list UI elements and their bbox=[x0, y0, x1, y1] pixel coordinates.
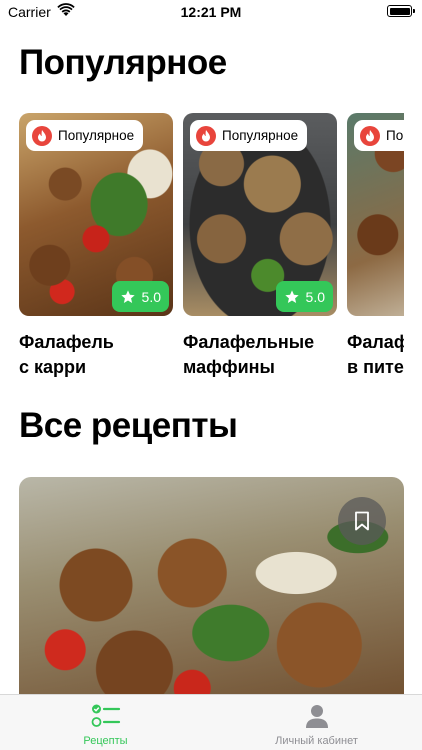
tab-bar: Рецепты Личный кабинет bbox=[0, 694, 422, 750]
flame-icon bbox=[360, 125, 380, 146]
rating-value: 5.0 bbox=[141, 288, 161, 305]
rating-badge: 5.0 bbox=[275, 281, 333, 312]
bookmark-button[interactable] bbox=[338, 497, 386, 545]
popular-badge: По bbox=[354, 120, 404, 151]
tab-recipes-label: Рецепты bbox=[83, 735, 128, 747]
person-icon bbox=[305, 705, 328, 728]
tab-profile-label: Личный кабинет bbox=[275, 735, 358, 747]
recipe-name-line: маффины bbox=[183, 357, 275, 377]
rating-badge: 5.0 bbox=[111, 281, 169, 312]
popular-badge-label: Популярное bbox=[222, 128, 299, 143]
clock: 12:21 PM bbox=[180, 4, 242, 20]
recipe-card[interactable]: Популярное 5.0 Фалафель с карри bbox=[19, 113, 173, 380]
popular-badge-label: По bbox=[386, 128, 404, 143]
recipe-name-line: в пите bbox=[347, 357, 404, 377]
popular-badge: Популярное bbox=[190, 120, 308, 151]
status-bar: Carrier 12:21 PM bbox=[0, 0, 422, 24]
popular-badge: Популярное bbox=[26, 120, 144, 151]
recipe-name: Фалафель с карри bbox=[19, 330, 173, 380]
recipe-name-line: Фалафе bbox=[347, 332, 404, 352]
recipe-card-large[interactable] bbox=[19, 477, 404, 717]
tab-profile[interactable]: Личный кабинет bbox=[211, 695, 422, 750]
rating-value: 5.0 bbox=[305, 288, 325, 305]
recipe-card[interactable]: Популярное 5.0 Фалафельные маффины bbox=[183, 113, 337, 380]
flame-icon bbox=[32, 125, 52, 146]
recipe-image: Популярное 5.0 bbox=[19, 113, 173, 316]
star-icon bbox=[284, 289, 299, 303]
flame-icon bbox=[196, 125, 216, 146]
recipe-image: Популярное 5.0 bbox=[183, 113, 337, 316]
recipe-image: По bbox=[347, 113, 404, 316]
recipe-name-line: Фалафельные bbox=[183, 332, 315, 352]
star-icon bbox=[120, 289, 135, 303]
recipe-name-line: Фалафель bbox=[19, 332, 114, 352]
recipe-card[interactable]: По Фалафе в пите bbox=[347, 113, 404, 380]
recipe-name-line: с карри bbox=[19, 357, 87, 377]
popular-badge-label: Популярное bbox=[58, 128, 135, 143]
checklist-icon bbox=[91, 704, 120, 727]
battery-icon bbox=[387, 5, 415, 17]
recipe-name: Фалафе в пите bbox=[347, 330, 404, 380]
all-recipes-section-title: Все рецепты bbox=[19, 406, 238, 445]
popular-section-title: Популярное bbox=[19, 43, 227, 82]
bookmark-icon bbox=[355, 511, 369, 531]
popular-carousel[interactable]: Популярное 5.0 Фалафель с карри Популярн… bbox=[19, 113, 404, 383]
tab-recipes[interactable]: Рецепты bbox=[0, 695, 211, 750]
recipe-name: Фалафельные маффины bbox=[183, 330, 337, 380]
